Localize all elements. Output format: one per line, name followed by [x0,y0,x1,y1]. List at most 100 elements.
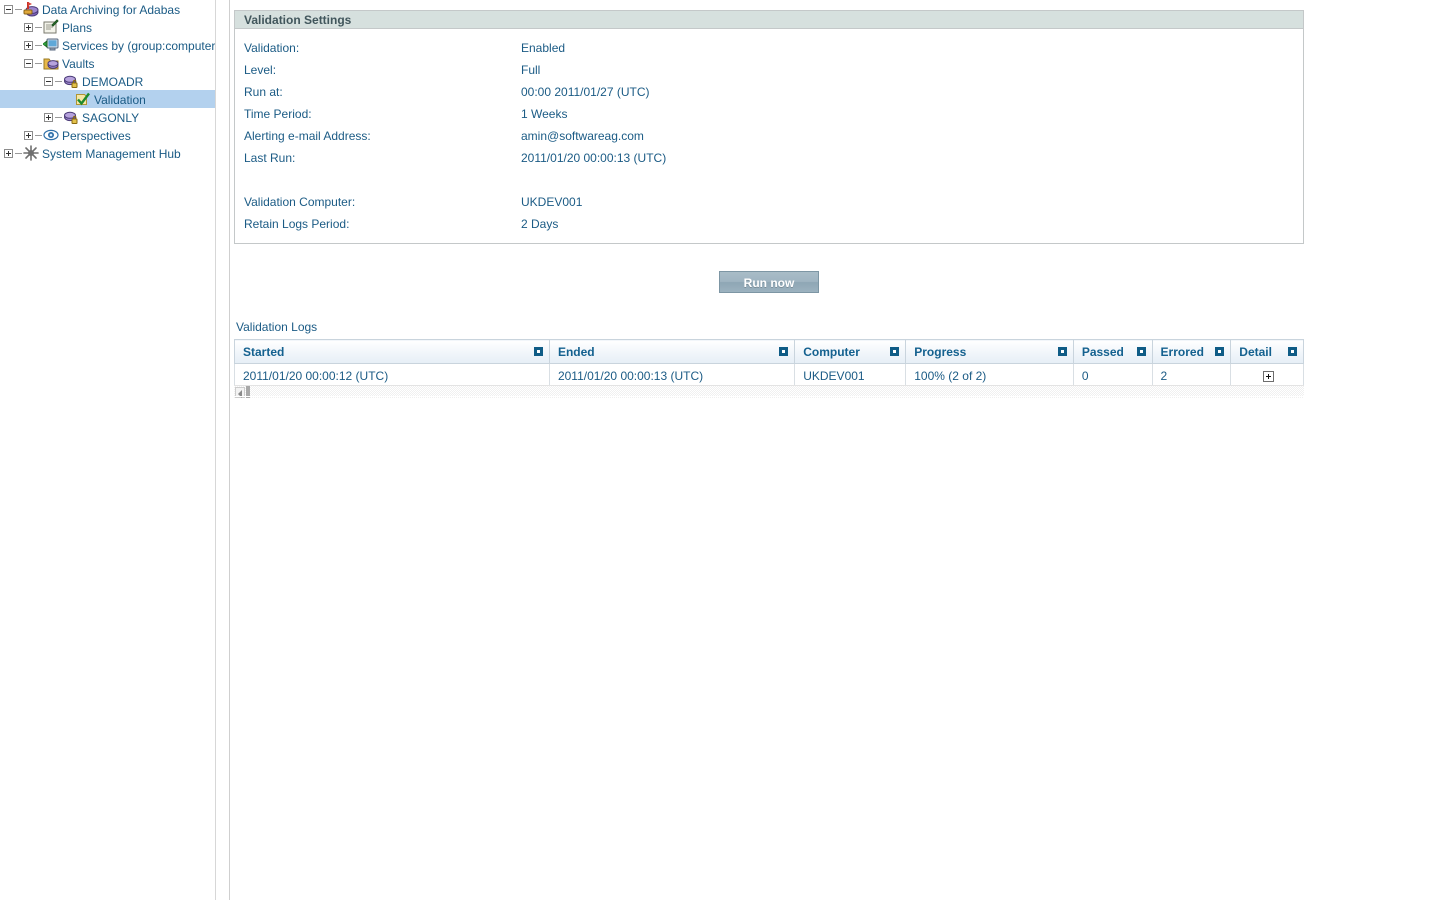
column-header-label: Errored [1160,344,1204,359]
tree-connector [15,153,22,155]
tree-item-label: DEMOADR [82,74,144,89]
tree-item-label: SAGONLY [82,110,140,125]
settings-field-value: 2 Days [521,217,559,231]
tree-item-label: Validation [94,92,146,107]
tree-connector [35,135,42,137]
cell-progress: 100% (2 of 2) [905,363,1074,388]
settings-field-label: Retain Logs Period: [244,217,350,231]
validation-settings-body: Validation: Enabled Level: Full Run at: 00:00… [235,29,1303,243]
settings-field-label: Time Period: [244,107,312,121]
tree-connector [35,27,42,29]
tree-item-vaults[interactable]: Vaults [0,54,215,72]
settings-row: Last Run: 2011/01/20 00:00:13 (UTC) [235,147,1303,169]
tree-item-validation[interactable]: Validation [0,90,215,108]
tree-twisty-spacer [64,95,75,104]
settings-field-value: amin@softwareag.com [521,129,644,143]
archive-node-icon [23,1,39,17]
column-menu-icon[interactable] [533,347,543,356]
pane-splitter[interactable] [216,0,230,900]
settings-field-value: Full [521,63,541,77]
vault-locked-icon [63,109,79,125]
tree-item-label: Plans [62,20,93,35]
cell-ended: 2011/01/20 00:00:13 (UTC) [549,363,796,388]
plans-icon [43,19,59,35]
column-menu-icon[interactable] [779,347,789,356]
validation-settings-panel: Validation Settings Validation: Enabled Le… [234,10,1304,244]
settings-row: Validation: Enabled [235,37,1303,59]
column-menu-icon[interactable] [1215,347,1225,356]
validation-logs-title: Validation Logs [236,320,318,334]
settings-row: Level: Full [235,59,1303,81]
tree-item-perspectives[interactable]: Perspectives [0,126,215,144]
column-header-detail[interactable]: Detail [1230,339,1304,364]
column-menu-icon[interactable] [1057,347,1067,356]
collapse-icon[interactable] [44,77,53,87]
cell-passed: 0 [1073,363,1153,388]
tree-item-label: Services by (group:computer:dae [62,38,216,53]
settings-field-value: 1 Weeks [521,107,568,121]
actions-bar: Run now [234,271,1304,293]
application-window: Data Archiving for Adabas Plans Services b… [0,0,1440,900]
navigation-tree-pane: Data Archiving for Adabas Plans Services b… [0,0,216,900]
tree-connector [35,63,42,65]
expand-icon[interactable] [44,113,53,123]
column-header-label: Ended [557,344,595,359]
expand-icon[interactable] [4,149,13,159]
settings-field-label: Run at: [244,85,283,99]
tree-item-label: Perspectives [62,128,131,143]
tree-connector [35,45,42,47]
column-header-progress[interactable]: Progress [905,339,1074,364]
expand-icon[interactable] [24,41,33,51]
vault-locked-icon [63,73,79,89]
tree-item-system-management-hub[interactable]: System Management Hub [0,144,215,162]
settings-field-label: Alerting e-mail Address: [244,129,371,143]
column-header-label: Passed [1081,344,1124,359]
column-header-label: Started [243,344,285,359]
table-row[interactable]: 2011/01/20 00:00:12 (UTC) 2011/01/20 00:0… [234,363,1304,388]
column-menu-icon[interactable] [890,347,900,356]
settings-field-label: Validation: [244,41,300,55]
content-frame: Validation Settings Validation: Enabled Le… [230,0,1304,396]
tree-item-services-by-group-computer-dae[interactable]: Services by (group:computer:dae [0,36,215,54]
vaults-folder-icon [43,55,59,71]
tree-item-sagonly[interactable]: SAGONLY [0,108,215,126]
tree-item-label: System Management Hub [42,146,181,161]
tree-item-plans[interactable]: Plans [0,18,215,36]
validation-logs-header: Started Ended Computer Progress Passed Errore… [234,339,1304,364]
detail-expand-icon[interactable] [1262,370,1274,382]
settings-row: Validation Computer: UKDEV001 [235,191,1303,213]
collapse-icon[interactable] [4,5,13,15]
column-header-passed[interactable]: Passed [1073,339,1153,364]
tree-item-label: Data Archiving for Adabas [42,2,181,17]
settings-row: Run at: 00:00 2011/01/27 (UTC) [235,81,1303,103]
column-header-ended[interactable]: Ended [549,339,796,364]
settings-field-value: Enabled [521,41,566,55]
tree-item-demoadr[interactable]: DEMOADR [0,72,215,90]
table-header-row: Started Ended Computer Progress Passed Errore… [234,339,1304,364]
column-header-errored[interactable]: Errored [1152,339,1232,364]
settings-row: Retain Logs Period: 2 Days [235,213,1303,235]
cell-computer: UKDEV001 [794,363,907,388]
validation-check-icon [75,91,91,107]
column-menu-icon[interactable] [1136,347,1146,356]
settings-field-label: Level: [244,63,277,77]
system-management-hub-icon [23,145,39,161]
column-header-computer[interactable]: Computer [794,339,907,364]
tree-item-data-archiving-for-adabas[interactable]: Data Archiving for Adabas [0,0,215,18]
column-menu-icon[interactable] [1288,347,1297,356]
column-header-started[interactable]: Started [234,339,550,364]
settings-row-spacer [235,169,1303,191]
tree-connector [15,9,22,11]
settings-row: Alerting e-mail Address: amin@softwareag.… [235,125,1303,147]
collapse-icon[interactable] [24,59,33,69]
expand-icon[interactable] [24,131,33,141]
settings-field-value: UKDEV001 [521,195,583,209]
expand-icon[interactable] [24,23,33,33]
settings-field-value: 00:00 2011/01/27 (UTC) [521,85,650,99]
cell-detail [1230,363,1304,388]
tree-item-label: Vaults [62,56,95,71]
cell-errored: 2 [1152,363,1232,388]
perspectives-eye-icon [43,127,59,143]
column-header-label: Computer [803,344,860,359]
run-now-button[interactable]: Run now [719,271,819,293]
